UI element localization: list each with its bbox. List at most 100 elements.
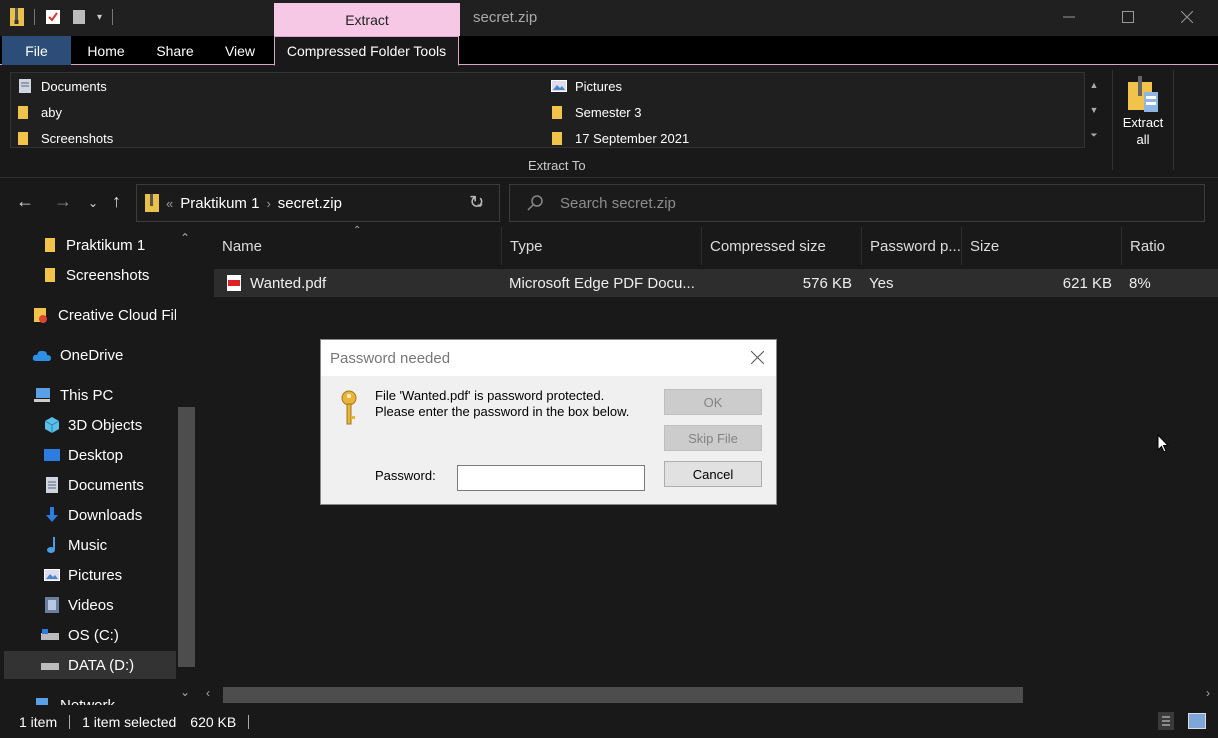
sidebar-item-downloads[interactable]: Downloads <box>44 501 142 529</box>
table-row[interactable]: Wanted.pdf Microsoft Edge PDF Docu... 57… <box>214 269 1218 297</box>
sidebar-item-desktop[interactable]: Desktop <box>44 441 123 469</box>
computer-icon <box>34 388 50 402</box>
sidebar-item-documents[interactable]: Documents <box>44 471 144 499</box>
scroll-down-chevron-icon[interactable]: ⌄ <box>180 685 190 699</box>
sidebar-item-videos[interactable]: Videos <box>44 591 114 619</box>
column-header-size[interactable]: Size <box>962 227 1122 265</box>
file-size: 621 KB <box>1062 274 1112 292</box>
extract-to-semester-3[interactable]: Semester 3 <box>551 100 641 124</box>
dialog-message: File 'Wanted.pdf' is password protected.… <box>375 388 629 420</box>
pdf-file-icon <box>227 275 241 291</box>
zip-folder-icon <box>10 8 24 26</box>
sidebar-item-network[interactable]: Network <box>32 691 115 705</box>
close-window-button[interactable] <box>1158 0 1216 34</box>
ribbon-tabs: File Home Share View Compressed Folder T… <box>0 36 1218 95</box>
column-header-type[interactable]: Type <box>502 227 702 265</box>
column-header-ratio[interactable]: Ratio <box>1122 227 1218 265</box>
sidebar-item-pictures[interactable]: Pictures <box>44 561 122 589</box>
breadcrumb-overflow[interactable]: « <box>166 196 173 211</box>
column-header-compressed-size[interactable]: Compressed size <box>702 227 862 265</box>
scroll-right-chevron-icon[interactable]: › <box>1206 686 1210 700</box>
scroll-up-icon[interactable]: ▲ <box>1090 80 1099 90</box>
mouse-pointer-icon <box>1157 434 1169 453</box>
folder-icon <box>45 238 55 252</box>
details-view-icon[interactable] <box>1158 712 1174 733</box>
minimize-icon <box>1063 16 1075 18</box>
column-header-password-protected[interactable]: Password p... <box>862 227 962 265</box>
skip-file-button[interactable]: Skip File <box>664 425 762 451</box>
column-header-name[interactable]: Name <box>214 227 502 265</box>
search-placeholder: Search secret.zip <box>560 194 676 212</box>
extract-to-label: aby <box>41 104 62 120</box>
extract-to-pictures[interactable]: Pictures <box>551 74 622 98</box>
sidebar-item-label: Documents <box>68 476 144 494</box>
sidebar-scroll-thumb[interactable] <box>178 407 195 667</box>
breadcrumb-secret-zip[interactable]: secret.zip <box>278 195 342 212</box>
dialog-close-button[interactable] <box>750 348 765 369</box>
sidebar-item-3d-objects[interactable]: 3D Objects <box>44 411 142 439</box>
scroll-left-chevron-icon[interactable]: ‹ <box>206 686 210 700</box>
sidebar-item-label: Pictures <box>68 566 123 584</box>
breadcrumb-separator-icon[interactable]: › <box>266 196 270 211</box>
sidebar-item-screenshots[interactable]: Screenshots <box>44 261 149 289</box>
extract-to-scroller: ▲ ▼ ⏷ <box>1085 72 1103 148</box>
sidebar-item-label: Praktikum 1 <box>66 236 146 254</box>
horizontal-scroll-thumb[interactable] <box>223 687 1023 703</box>
extract-to-documents[interactable]: Documents <box>17 74 107 98</box>
new-folder-icon[interactable] <box>71 9 87 25</box>
sidebar-item-label: Desktop <box>68 446 124 464</box>
folder-icon <box>18 106 28 119</box>
sidebar-item-this-pc[interactable]: This PC <box>32 381 113 409</box>
large-icons-view-icon[interactable] <box>1188 713 1206 732</box>
tab-view[interactable]: View <box>212 36 268 65</box>
file-compressed-size: 576 KB <box>802 274 852 292</box>
cancel-button[interactable]: Cancel <box>664 461 762 487</box>
folder-icon <box>552 132 562 145</box>
extract-to-screenshots[interactable]: Screenshots <box>17 126 113 150</box>
recent-locations-chevron-icon[interactable]: ⌄ <box>88 196 98 210</box>
ok-button[interactable]: OK <box>664 389 762 415</box>
tab-home[interactable]: Home <box>76 36 136 65</box>
quick-access-toolbar: ▾ <box>10 8 114 26</box>
search-box[interactable]: Search secret.zip <box>509 184 1205 222</box>
properties-icon[interactable] <box>45 9 61 25</box>
context-tab-extract: Extract <box>274 3 460 36</box>
tab-file[interactable]: File <box>2 36 71 65</box>
maximize-button[interactable] <box>1099 0 1157 34</box>
navigation-bar: ← → ⌄ ↑ « Praktikum 1 › secret.zip ⌄ ↻ S… <box>0 179 1218 227</box>
sidebar-item-data-d[interactable]: DATA (D:) <box>4 651 176 679</box>
expand-gallery-icon[interactable]: ⏷ <box>1090 130 1097 141</box>
address-bar[interactable]: « Praktikum 1 › secret.zip ⌄ <box>136 184 500 222</box>
scroll-up-chevron-icon[interactable]: ⌃ <box>180 231 190 245</box>
sidebar-item-music[interactable]: Music <box>44 531 107 559</box>
extract-all-button[interactable]: Extract all <box>1112 70 1174 170</box>
pictures-icon <box>551 80 567 92</box>
sidebar-item-onedrive[interactable]: OneDrive <box>32 341 123 369</box>
extract-to-17-september-2021[interactable]: 17 September 2021 <box>551 126 689 150</box>
back-arrow-icon[interactable]: ← <box>16 191 34 212</box>
scroll-down-icon[interactable]: ▼ <box>1090 105 1099 115</box>
music-note-icon <box>47 537 55 553</box>
minimize-button[interactable] <box>1040 0 1098 34</box>
forward-arrow-icon[interactable]: → <box>54 191 72 212</box>
tab-compressed-folder-tools[interactable]: Compressed Folder Tools <box>274 36 459 66</box>
sidebar-item-os-c[interactable]: OS (C:) <box>40 621 119 649</box>
extract-to-aby[interactable]: aby <box>17 100 62 124</box>
sidebar-item-label: Videos <box>68 596 114 614</box>
breadcrumb-praktikum-1[interactable]: Praktikum 1 <box>180 195 259 212</box>
sidebar-item-creative-cloud-files[interactable]: Creative Cloud Files <box>32 301 193 329</box>
refresh-icon[interactable]: ↻ <box>469 192 484 213</box>
sidebar-item-label: 3D Objects <box>68 416 143 434</box>
tab-share[interactable]: Share <box>145 36 205 65</box>
documents-icon <box>19 79 31 93</box>
folder-icon <box>552 106 562 119</box>
file-name: Wanted.pdf <box>250 274 327 292</box>
password-field[interactable] <box>457 465 645 491</box>
up-arrow-icon[interactable]: ↑ <box>112 191 121 212</box>
sidebar-item-praktikum-1[interactable]: Praktikum 1 <box>44 231 145 259</box>
sidebar-item-label: Screenshots <box>66 266 150 284</box>
extract-to-label: Semester 3 <box>575 104 642 120</box>
customize-toolbar-icon[interactable]: ▾ <box>97 12 102 23</box>
navigation-pane: Praktikum 1 Screenshots Creative Cloud F… <box>0 227 196 705</box>
horizontal-scrollbar[interactable]: ‹ › <box>200 685 1218 705</box>
